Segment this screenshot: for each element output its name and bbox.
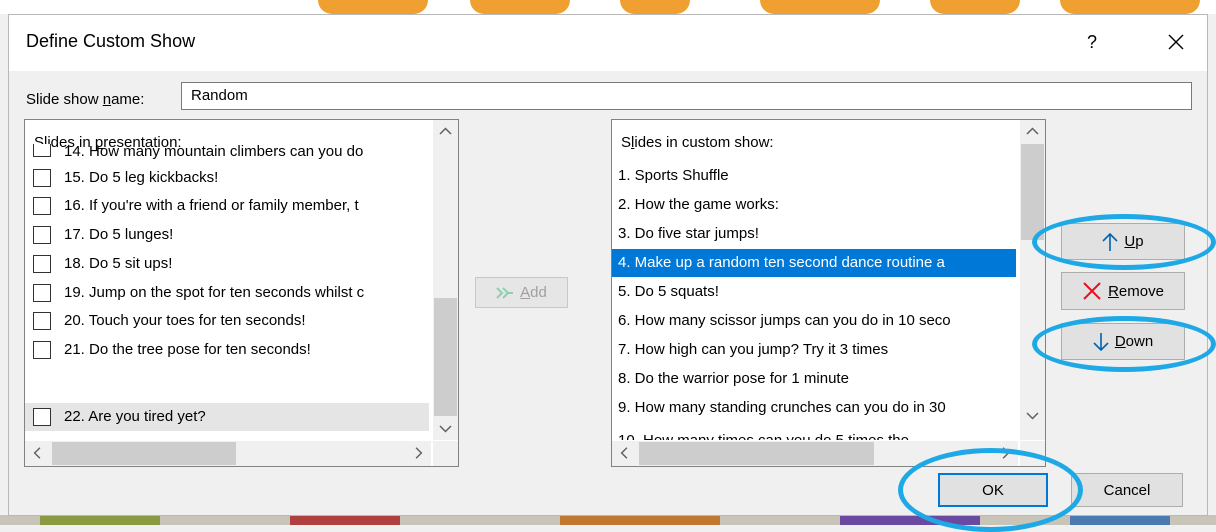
- list-item[interactable]: 6. How many scissor jumps can you do in …: [612, 307, 1016, 335]
- list-item[interactable]: 5. Do 5 squats!: [612, 278, 1016, 306]
- dialog-title: Define Custom Show: [26, 31, 196, 51]
- title-bar: Define Custom Show ?: [9, 15, 1207, 71]
- list-item-label: 22. Are you tired yet?: [64, 408, 206, 425]
- background-slide-bottom: [0, 515, 1216, 525]
- list-item-label: 8. Do the warrior pose for 1 minute: [618, 370, 849, 387]
- ok-button[interactable]: OK: [938, 473, 1048, 507]
- list-item[interactable]: 21. Do the tree pose for ten seconds!: [25, 336, 429, 364]
- checkbox[interactable]: [33, 169, 51, 187]
- list-item-label: 14. How many mountain climbers can you d…: [64, 144, 364, 160]
- vertical-scrollbar[interactable]: [433, 120, 458, 440]
- slides-in-custom-show-list[interactable]: Slides in custom show: 1. Sports Shuffle…: [611, 119, 1046, 467]
- list-item-label: 6. How many scissor jumps can you do in …: [618, 312, 951, 329]
- move-up-button[interactable]: Up: [1061, 223, 1185, 260]
- list-item[interactable]: 18. Do 5 sit ups!: [25, 250, 429, 278]
- scrollbar-thumb[interactable]: [434, 298, 457, 416]
- checkbox[interactable]: [33, 341, 51, 359]
- remove-button[interactable]: Remove: [1061, 272, 1185, 310]
- remove-button-label-u: R: [1108, 282, 1119, 300]
- x-icon: [1083, 282, 1101, 300]
- checkbox[interactable]: [33, 144, 51, 157]
- list-item-label: 9. How many standing crunches can you do…: [618, 399, 946, 416]
- list-item-label: 10. How many times can you do 5 times th…: [618, 423, 909, 440]
- scroll-left-icon[interactable]: [25, 441, 50, 465]
- list-item-label: 5. Do 5 squats!: [618, 283, 719, 300]
- list-item-label: 2. How the game works:: [618, 196, 779, 213]
- list-item-label: 4. Make up a random ten second dance rou…: [618, 254, 945, 271]
- ok-button-label: OK: [982, 481, 1004, 499]
- define-custom-show-dialog: Define Custom Show ? Slide show name: Sl…: [8, 14, 1208, 516]
- list-item[interactable]: 20. Touch your toes for ten seconds!: [25, 307, 429, 335]
- list-item[interactable]: 1. Sports Shuffle: [612, 162, 1016, 190]
- list-item-label: 3. Do five star jumps!: [618, 225, 759, 242]
- list-item-label: 21. Do the tree pose for ten seconds!: [64, 341, 311, 358]
- add-button[interactable]: Add: [475, 277, 568, 308]
- down-button-label: own: [1125, 333, 1154, 350]
- move-down-button[interactable]: Down: [1061, 323, 1185, 360]
- list-item[interactable]: 10. How many times can you do 5 times th…: [612, 423, 1016, 440]
- scrollbar-corner: [433, 441, 458, 466]
- scrollbar-corner: [1020, 441, 1045, 466]
- down-button-label-u: D: [1114, 333, 1126, 350]
- checkbox[interactable]: [33, 284, 51, 302]
- checkbox[interactable]: [33, 226, 51, 244]
- list-item[interactable]: 3. Do five star jumps!: [612, 220, 1016, 248]
- remove-button-label: emove: [1118, 282, 1164, 300]
- scrollbar-thumb[interactable]: [639, 442, 874, 465]
- list-item[interactable]: 17. Do 5 lunges!: [25, 221, 429, 249]
- cancel-button-label: Cancel: [1103, 481, 1151, 499]
- list-item-label: 7. How high can you jump? Try it 3 times: [618, 341, 889, 358]
- list-item-label: 15. Do 5 leg kickbacks!: [64, 169, 219, 186]
- checkbox[interactable]: [33, 255, 51, 273]
- checkbox[interactable]: [33, 408, 51, 426]
- close-button[interactable]: [1159, 26, 1193, 58]
- close-icon: [1168, 34, 1184, 50]
- scroll-down-icon[interactable]: [1020, 403, 1045, 427]
- list-item-label: 19. Jump on the spot for ten seconds whi…: [64, 284, 365, 301]
- checkbox[interactable]: [33, 312, 51, 330]
- scroll-left-icon[interactable]: [612, 441, 637, 465]
- checkbox[interactable]: [33, 197, 51, 215]
- list-item-label: 18. Do 5 sit ups!: [64, 255, 173, 272]
- slide-show-name-label: Slide show name:: [26, 91, 145, 108]
- list-item[interactable]: 14. How many mountain climbers can you d…: [25, 144, 429, 164]
- up-button-label: p: [1135, 233, 1144, 250]
- list-item[interactable]: 19. Jump on the spot for ten seconds whi…: [25, 279, 429, 307]
- background-slide-top: [0, 0, 1216, 14]
- list-item[interactable]: 7. How high can you jump? Try it 3 times: [612, 336, 1016, 364]
- scroll-up-icon[interactable]: [1020, 120, 1045, 144]
- list-item[interactable]: 16. If you're with a friend or family me…: [25, 192, 429, 220]
- double-chevron-right-icon: [496, 286, 514, 299]
- list-item-selected[interactable]: 4. Make up a random ten second dance rou…: [612, 249, 1016, 277]
- up-button-label-u: U: [1124, 233, 1136, 250]
- scrollbar-thumb[interactable]: [1021, 144, 1044, 240]
- horizontal-scrollbar[interactable]: [612, 441, 1018, 466]
- scroll-right-icon[interactable]: [993, 441, 1018, 465]
- add-button-label-u: A: [520, 284, 531, 301]
- list-item[interactable]: 15. Do 5 leg kickbacks!: [25, 164, 429, 192]
- arrow-down-icon: [1093, 332, 1109, 351]
- scroll-up-icon[interactable]: [433, 120, 458, 144]
- list-item-label: 1. Sports Shuffle: [618, 167, 729, 184]
- list-item-label: 17. Do 5 lunges!: [64, 226, 174, 243]
- cancel-button[interactable]: Cancel: [1071, 473, 1183, 507]
- add-button-label: dd: [530, 284, 547, 301]
- horizontal-scrollbar[interactable]: [25, 441, 431, 466]
- list-item[interactable]: 2. How the game works:: [612, 191, 1016, 219]
- slides-in-presentation-list[interactable]: Slides in presentation: 14. How many mou…: [24, 119, 459, 467]
- scroll-right-icon[interactable]: [406, 441, 431, 465]
- scrollbar-thumb[interactable]: [52, 442, 236, 465]
- scroll-down-icon[interactable]: [433, 416, 458, 440]
- arrow-up-icon: [1102, 232, 1118, 251]
- list-item[interactable]: 22. Are you tired yet?: [25, 403, 429, 431]
- vertical-scrollbar[interactable]: [1020, 120, 1045, 440]
- slides-in-custom-show-label: Slides in custom show:: [621, 134, 774, 151]
- list-item-label: 16. If you're with a friend or family me…: [64, 197, 359, 214]
- list-item-label: 20. Touch your toes for ten seconds!: [64, 312, 306, 329]
- slide-show-name-input[interactable]: [181, 82, 1192, 110]
- list-item[interactable]: 9. How many standing crunches can you do…: [612, 394, 1016, 422]
- help-button[interactable]: ?: [1077, 27, 1107, 57]
- list-item[interactable]: 8. Do the warrior pose for 1 minute: [612, 365, 1016, 393]
